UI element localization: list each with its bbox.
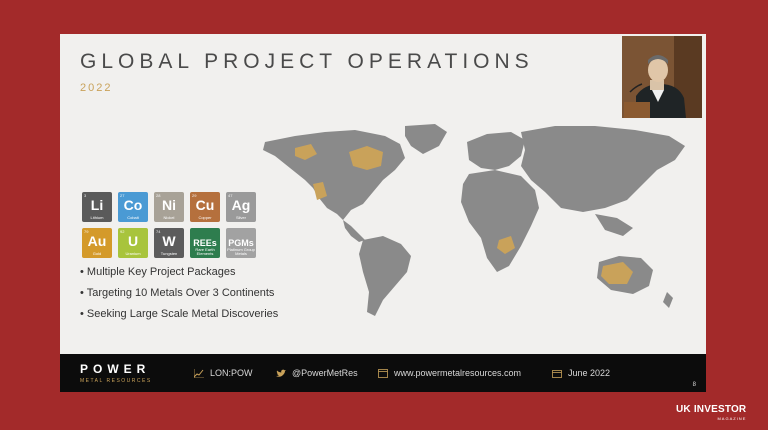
element-symbol: Au xyxy=(87,233,107,249)
element-symbol: Ag xyxy=(231,197,251,213)
asia xyxy=(521,126,685,212)
world-map xyxy=(263,124,685,316)
logo-sub: METAL RESOURCES xyxy=(80,378,152,384)
element-tile-ni: 28 Ni Nickel xyxy=(154,192,184,222)
website-link[interactable]: www.powermetalresources.com xyxy=(394,368,521,378)
element-name: Lithium xyxy=(90,215,104,220)
twitter-item: @PowerMetRes xyxy=(276,368,358,378)
page-number: 8 xyxy=(692,382,696,388)
africa xyxy=(461,170,539,272)
element-symbol: Co xyxy=(123,197,143,213)
power-logo: POWER METAL RESOURCES xyxy=(80,362,152,384)
central-america xyxy=(343,220,365,242)
south-america xyxy=(359,236,411,316)
brand-main: UK INVESTOR xyxy=(676,404,747,415)
speaker-figure xyxy=(622,36,702,118)
browser-icon xyxy=(378,368,388,378)
element-tile-pgms: PGMs Platinum Group Metals xyxy=(226,228,256,258)
twitter-handle[interactable]: @PowerMetRes xyxy=(292,368,358,378)
element-symbol: Li xyxy=(90,197,104,213)
element-name: Copper xyxy=(198,215,212,220)
date-text: June 2022 xyxy=(568,368,611,378)
element-tile-au: 79 Au Gold xyxy=(82,228,112,258)
element-tile-ag: 47 Ag Silver xyxy=(226,192,256,222)
bullet-2: • Targeting 10 Metals Over 3 Continents xyxy=(80,287,275,299)
ticker-item: LON:POW xyxy=(194,368,253,378)
slide-year: 2022 xyxy=(80,82,113,94)
brand-sub: MAGAZINE xyxy=(717,416,747,421)
element-symbol: U xyxy=(127,233,139,249)
element-tile-w: 74 W Tungsten xyxy=(154,228,184,258)
element-name: Cobalt xyxy=(127,215,139,220)
twitter-icon xyxy=(276,369,286,377)
slide-footer: POWER METAL RESOURCES LON:POW @PowerMetR… xyxy=(60,354,706,392)
new-zealand xyxy=(663,292,673,308)
element-name: Silver xyxy=(235,215,246,220)
chart-icon xyxy=(194,368,204,378)
presentation-slide: GLOBAL PROJECT OPERATIONS 2022 3 Li Lith… xyxy=(60,34,706,392)
element-tile-rees: REEs Rare Earth Elements xyxy=(190,228,220,258)
greenland xyxy=(405,124,447,154)
ticker-text: LON:POW xyxy=(210,368,253,378)
logo-main: POWER xyxy=(80,362,151,376)
bullet-1: • Multiple Key Project Packages xyxy=(80,266,236,278)
element-tile-cu: 29 Cu Copper xyxy=(190,192,220,222)
speaker-video xyxy=(622,36,702,118)
element-name: Gold xyxy=(92,251,102,256)
element-name: Rare Earth Elements xyxy=(195,247,215,256)
calendar-icon xyxy=(552,369,562,378)
element-name: Tungsten xyxy=(160,251,178,256)
element-tile-li: 3 Li Lithium xyxy=(82,192,112,222)
uk-investor-logo: UK INVESTOR MAGAZINE xyxy=(676,404,746,421)
element-name: Nickel xyxy=(163,215,175,220)
southeast-asia xyxy=(595,214,633,236)
element-symbol: Cu xyxy=(195,197,215,213)
element-name: Platinum Group Metals xyxy=(227,247,255,256)
north-america xyxy=(263,130,405,220)
element-symbol: Ni xyxy=(162,197,176,213)
bullet-list: • Multiple Key Project Packages • Target… xyxy=(80,266,278,329)
website-item: www.powermetalresources.com xyxy=(378,368,521,378)
europe xyxy=(467,132,525,170)
element-name: Uranium xyxy=(125,251,141,256)
date-item: June 2022 xyxy=(552,368,610,378)
element-symbol: W xyxy=(162,233,176,249)
element-tile-u: 92 U Uranium xyxy=(118,228,148,258)
element-tile-co: 27 Co Cobalt xyxy=(118,192,148,222)
bullet-3: • Seeking Large Scale Metal Discoveries xyxy=(80,308,279,320)
slide-title: GLOBAL PROJECT OPERATIONS xyxy=(80,50,534,73)
